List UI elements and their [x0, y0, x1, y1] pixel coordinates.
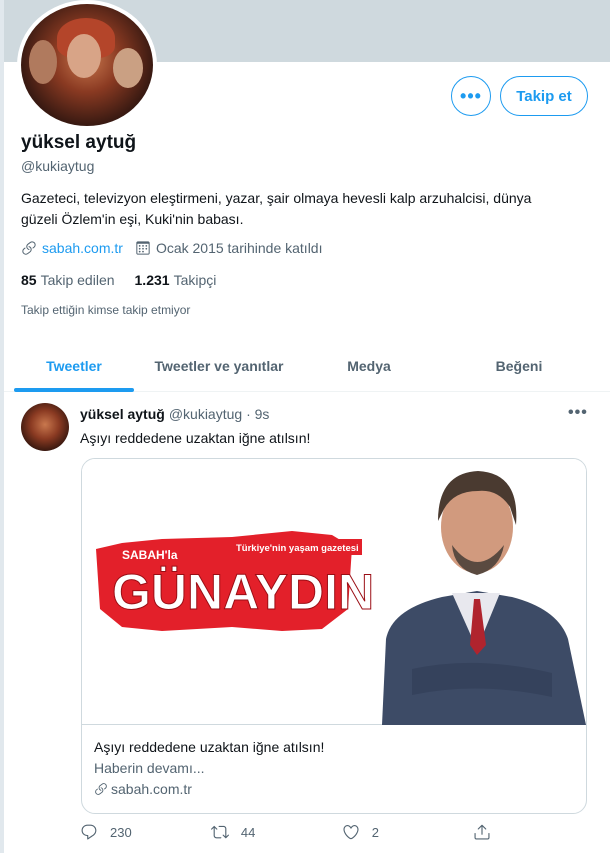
- like-button[interactable]: 2: [342, 823, 473, 841]
- retweet-button[interactable]: 44: [210, 823, 342, 841]
- profile-avatar[interactable]: [17, 0, 157, 130]
- avatar-photo: [21, 4, 153, 126]
- profile-tabs: Tweetler Tweetler ve yanıtlar Medya Beğe…: [4, 340, 610, 392]
- image-headline: GÜNAYDIN: [112, 564, 374, 620]
- profile-meta: sabah.com.tr Ocak 2015 tarihinde katıldı: [21, 240, 322, 256]
- tweet-handle-time[interactable]: @kukiaytug · 9s: [169, 406, 270, 422]
- card-description: Haberin devamı...: [94, 760, 205, 776]
- tweet-text: Aşıyı reddedene uzaktan iğne atılsın!: [80, 430, 311, 446]
- link-icon: [95, 783, 107, 795]
- share-button[interactable]: [473, 823, 510, 841]
- followed-by-notice: Takip ettiğin kimse takip etmiyor: [21, 303, 191, 317]
- follow-button[interactable]: Takip et: [500, 76, 588, 116]
- follow-stats: 85 Takip edilen 1.231 Takipçi: [21, 272, 216, 288]
- card-title: Aşıyı reddedene uzaktan iğne atılsın!: [94, 739, 325, 755]
- tab-tweets[interactable]: Tweetler: [4, 340, 144, 392]
- followers-stat[interactable]: 1.231 Takipçi: [135, 272, 217, 288]
- link-card[interactable]: Türkiye'nin yaşam gazetesi SABAH'la GÜNA…: [81, 458, 587, 814]
- bio-line: Gazeteci, televizyon eleştirmeni, yazar,…: [21, 190, 532, 206]
- calendar-icon: [136, 241, 150, 255]
- card-body: Aşıyı reddedene uzaktan iğne atılsın! Ha…: [82, 725, 586, 809]
- tab-media[interactable]: Medya: [294, 340, 444, 392]
- reply-button[interactable]: 230: [80, 823, 211, 841]
- profile-bio: Gazeteci, televizyon eleştirmeni, yazar,…: [21, 188, 581, 230]
- joined-date: Ocak 2015 tarihinde katıldı: [155, 240, 323, 256]
- card-domain: sabah.com.tr: [94, 781, 574, 797]
- heart-icon: [343, 825, 359, 840]
- share-icon: [474, 824, 490, 840]
- tweet-more-button[interactable]: •••: [568, 404, 588, 422]
- image-brand: SABAH'la: [122, 548, 178, 562]
- retweet-icon: [210, 825, 229, 839]
- retweet-count: 44: [240, 824, 256, 840]
- tab-likes[interactable]: Beğeni: [444, 340, 594, 392]
- link-icon: [22, 241, 36, 255]
- image-tagline: Türkiye'nin yaşam gazetesi: [236, 543, 359, 554]
- reply-count: 230: [110, 824, 132, 840]
- bio-line: güzeli Özlem'in eşi, Kuki'nin babası.: [21, 211, 244, 227]
- like-count: 2: [371, 824, 379, 840]
- card-image: Türkiye'nin yaşam gazetesi SABAH'la GÜNA…: [82, 459, 586, 725]
- left-border: [0, 0, 4, 853]
- website-link[interactable]: sabah.com.tr: [42, 240, 123, 256]
- reply-icon: [81, 824, 97, 840]
- card-domain-text: sabah.com.tr: [111, 781, 192, 797]
- profile-handle: @kukiaytug: [21, 158, 95, 174]
- news-image: Türkiye'nin yaşam gazetesi SABAH'la GÜNA…: [96, 471, 586, 725]
- more-options-button[interactable]: •••: [451, 76, 491, 116]
- tab-tweets-replies[interactable]: Tweetler ve yanıtlar: [144, 340, 294, 392]
- tweet-actions: 230 44 2: [80, 823, 510, 841]
- profile-name: yüksel aytuğ: [21, 132, 137, 153]
- tweet-avatar[interactable]: [21, 403, 69, 451]
- following-stat[interactable]: 85 Takip edilen: [21, 272, 115, 288]
- tweet-header: yüksel aytuğ @kukiaytug · 9s: [80, 406, 269, 422]
- tweet-author[interactable]: yüksel aytuğ: [80, 406, 165, 422]
